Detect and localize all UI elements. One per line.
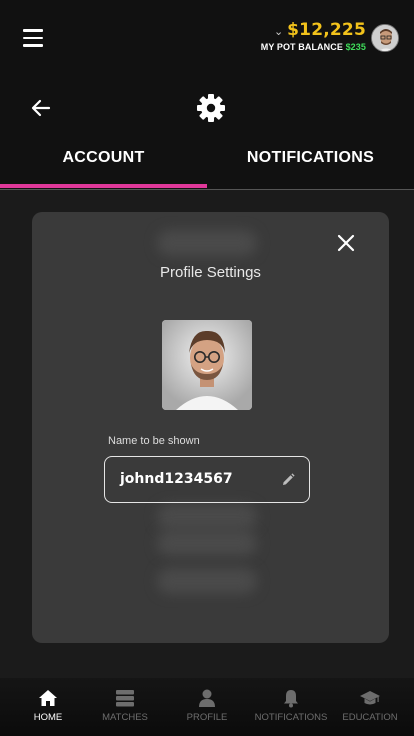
nav-label: NOTIFICATIONS bbox=[254, 712, 328, 723]
nav-label: EDUCATION bbox=[342, 712, 398, 723]
balance-display[interactable]: ⌄ $12,225 MY POT BALANCE $235 bbox=[261, 19, 366, 52]
nav-item-matches[interactable]: MATCHES bbox=[84, 678, 166, 736]
blurred-background-item bbox=[157, 504, 257, 530]
matches-icon bbox=[115, 688, 135, 708]
settings-header bbox=[0, 78, 414, 138]
tab-bar: ACCOUNT NOTIFICATIONS bbox=[0, 138, 414, 190]
back-arrow-icon[interactable] bbox=[30, 97, 52, 119]
nav-label: PROFILE bbox=[186, 712, 228, 723]
pot-balance-value: $235 bbox=[345, 42, 366, 52]
graduation-cap-icon bbox=[360, 688, 380, 708]
blurred-background-item bbox=[157, 568, 257, 594]
pot-balance-label: MY POT BALANCE bbox=[260, 42, 343, 52]
balance-amount: $12,225 bbox=[287, 20, 366, 40]
bottom-navigation: HOME MATCHES PROFILE NOTIFICATIONS EDUCA… bbox=[0, 678, 414, 736]
profile-icon bbox=[197, 688, 217, 708]
nav-item-education[interactable]: EDUCATION bbox=[329, 678, 411, 736]
chevron-down-icon[interactable]: ⌄ bbox=[274, 25, 283, 38]
active-tab-indicator bbox=[0, 184, 207, 188]
display-name-field[interactable]: johnd1234567 bbox=[104, 456, 310, 503]
modal-title: Profile Settings bbox=[160, 264, 261, 281]
close-icon[interactable] bbox=[337, 234, 355, 252]
home-icon bbox=[38, 688, 58, 708]
gear-icon bbox=[196, 93, 226, 123]
nav-label: MATCHES bbox=[102, 712, 148, 723]
name-field-label: Name to be shown bbox=[108, 435, 200, 447]
nav-label: HOME bbox=[33, 712, 63, 723]
blurred-background-item bbox=[157, 230, 257, 256]
nav-item-home[interactable]: HOME bbox=[7, 678, 89, 736]
display-name-value: johnd1234567 bbox=[120, 471, 233, 487]
pencil-icon[interactable] bbox=[281, 472, 295, 486]
avatar[interactable] bbox=[371, 24, 399, 52]
tab-account[interactable]: ACCOUNT bbox=[0, 138, 207, 190]
nav-item-profile[interactable]: PROFILE bbox=[166, 678, 248, 736]
profile-photo[interactable] bbox=[162, 320, 252, 410]
blurred-background-item bbox=[157, 530, 257, 556]
profile-settings-modal: Profile Settings Name to be shown johnd1… bbox=[32, 212, 389, 643]
tab-notifications[interactable]: NOTIFICATIONS bbox=[207, 138, 414, 190]
nav-item-notifications[interactable]: NOTIFICATIONS bbox=[250, 678, 332, 736]
pot-balance: MY POT BALANCE $235 bbox=[261, 42, 366, 52]
top-bar: ⌄ $12,225 MY POT BALANCE $235 bbox=[0, 0, 414, 78]
hamburger-menu-icon[interactable] bbox=[23, 29, 43, 47]
bell-icon bbox=[281, 688, 301, 708]
